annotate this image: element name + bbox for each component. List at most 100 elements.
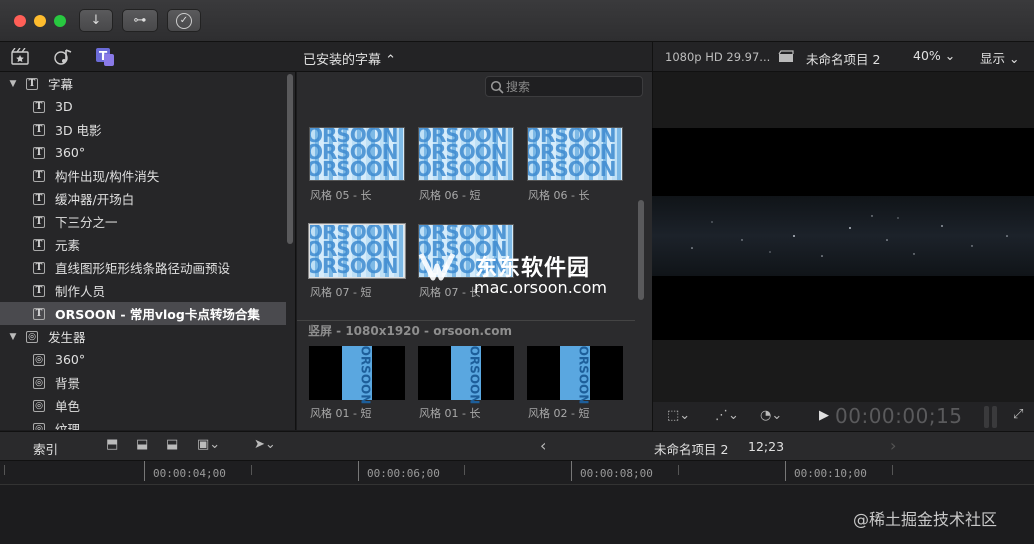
thumbnail-text: ORSOON [309, 254, 399, 278]
sidebar-scrollbar[interactable] [287, 74, 293, 244]
sidebar-item[interactable]: T 构件出现/构件消失 [0, 164, 286, 187]
generator-icon: ◎ [33, 422, 45, 430]
sidebar-item[interactable]: T 下三分之一 [0, 210, 286, 233]
thumbnail-text: ORSOON [309, 157, 399, 181]
overwrite-clip-icon[interactable]: ▣⌄ [197, 437, 220, 452]
sidebar-item-label: 发生器 [48, 330, 86, 345]
disclosure-triangle-icon[interactable]: ▼ [6, 332, 20, 342]
thumbnail-text: ORSOON [418, 157, 508, 181]
disclosure-triangle-icon[interactable]: ▼ [6, 79, 20, 89]
keywords-button[interactable]: ⊶ [122, 9, 158, 32]
back-arrow-icon[interactable]: ‹ [540, 436, 546, 455]
thumbnail-caption: 风格 01 - 短 [310, 407, 372, 420]
thumbnail-caption: 风格 05 - 长 [310, 189, 372, 202]
speed-retime-button[interactable]: ◔⌄ [760, 408, 782, 423]
site-watermark: 东东软件园 mac.orsoon.com [417, 246, 617, 306]
ruler-tick [571, 461, 572, 481]
connect-clip-icon[interactable]: ⬒ [106, 437, 118, 452]
title-thumbnail[interactable]: ORSOON ORSOON ORSOON [527, 127, 623, 181]
sidebar-item[interactable]: T 3D [0, 95, 286, 118]
display-dropdown[interactable]: 显示 ⌄ [980, 48, 1019, 67]
minimize-window-button[interactable] [34, 15, 46, 27]
ruler-label: 00:00:06;00 [367, 467, 440, 480]
color-magic-wand-button[interactable]: ⋰⌄ [715, 408, 739, 423]
title-icon: T [33, 238, 45, 251]
zoom-window-button[interactable] [54, 15, 66, 27]
ruler-label: 00:00:10;00 [794, 467, 867, 480]
sidebar-item-label: 元素 [55, 238, 81, 253]
sidebar-item-label: 单色 [55, 399, 81, 414]
vertical-title-thumbnail[interactable]: ORSOON [309, 346, 405, 404]
select-tool-arrow-icon[interactable]: ➤⌄ [254, 437, 276, 452]
ruler-minor-tick [251, 465, 252, 475]
titles-generators-icon[interactable]: T [95, 47, 115, 67]
append-clip-icon[interactable]: ⬓ [166, 437, 178, 452]
title-thumbnail[interactable]: ORSOON ORSOON ORSOON [309, 224, 405, 278]
sidebar-item[interactable]: ◎ 单色 [0, 394, 286, 417]
vertical-title-thumbnail[interactable]: ORSOON [527, 346, 623, 404]
sidebar-item[interactable]: T 3D 电影 [0, 118, 286, 141]
sidebar-item[interactable]: T 制作人员 [0, 279, 286, 302]
ruler-minor-tick [464, 465, 465, 475]
sidebar-item[interactable]: ◎ 背景 [0, 371, 286, 394]
thumbnail-caption: 风格 06 - 短 [419, 189, 481, 202]
title-thumbnail[interactable]: ORSOON ORSOON ORSOON [309, 127, 405, 181]
key-icon: ⊶ [133, 13, 147, 28]
sidebar-item[interactable]: ◎ 360° [0, 348, 286, 371]
sidebar-item[interactable]: T 缓冲器/开场白 [0, 187, 286, 210]
thumbnail-text: ORSOON [527, 157, 617, 181]
sidebar-item-label: 背景 [55, 376, 81, 391]
import-button[interactable]: ↓ [79, 9, 113, 32]
close-window-button[interactable] [14, 15, 26, 27]
timeline-project-name: 未命名项目 2 [654, 442, 729, 457]
timeline-ruler[interactable]: 00:00:04;00 00:00:06;00 00:00:08;00 00:00:1… [0, 461, 1034, 485]
format-label[interactable]: 1080p HD 29.97... [665, 50, 770, 64]
background-tasks-button[interactable]: ✓ [167, 9, 201, 32]
sidebar-group[interactable]: ▼ T 字幕 [0, 72, 286, 95]
title-icon: T [33, 192, 45, 205]
photos-music-icon[interactable] [53, 47, 73, 67]
timeline-duration: 12;23 [748, 439, 785, 454]
timeline-area[interactable]: @稀土掘金技术社区 [0, 485, 1034, 544]
thumbnail-text: ORSOON [467, 345, 482, 405]
checkmark-circle-icon: ✓ [176, 12, 192, 29]
sidebar-item-label: 360° [55, 145, 86, 160]
sidebar-item[interactable]: ◎ 纹理 [0, 417, 286, 430]
ruler-tick [785, 461, 786, 481]
generator-icon: ◎ [33, 399, 45, 412]
footer-watermark: @稀土掘金技术社区 [853, 510, 998, 529]
sidebar-item-label: 缓冲器/开场白 [55, 192, 135, 207]
sidebar-item[interactable]: T ORSOON - 常用vlog卡点转场合集 [0, 302, 286, 325]
clapper-icon [778, 50, 794, 63]
fullscreen-icon[interactable]: ⤢ [1013, 407, 1023, 422]
sidebar-item[interactable]: T 360° [0, 141, 286, 164]
timeline-index-button[interactable]: 索引 [33, 439, 58, 458]
viewer-toolbar: 1080p HD 29.97... 未命名项目 2 40% ⌄ 显示 ⌄ [652, 42, 1034, 72]
starfield-image [691, 215, 1008, 257]
vertical-title-thumbnail[interactable]: ORSOON [418, 346, 514, 404]
film-star-icon[interactable] [11, 47, 29, 65]
search-placeholder: 搜索 [506, 80, 531, 94]
sidebar-item-label: 360° [55, 352, 86, 367]
zoom-dropdown[interactable]: 40% ⌄ [913, 48, 955, 63]
sidebar-group[interactable]: ▼ ◎ 发生器 [0, 325, 286, 348]
transform-crop-button[interactable]: ⬚⌄ [667, 408, 690, 423]
ruler-tick [358, 461, 359, 481]
title-icon: T [33, 261, 45, 274]
forward-arrow-icon[interactable]: › [890, 436, 896, 455]
titles-grid: 搜索 ORSOON ORSOON ORSOON 风格 05 - 长 ORSOON ORSO… [297, 72, 652, 430]
generator-icon: ◎ [33, 376, 45, 389]
insert-clip-icon[interactable]: ⬓ [136, 437, 148, 452]
grid-scrollbar[interactable] [638, 200, 644, 300]
sidebar-item[interactable]: T 直线图形矩形线条路径动画预设 [0, 256, 286, 279]
title-icon: T [33, 100, 45, 113]
audio-meter-right [992, 406, 997, 428]
title-icon: T [26, 77, 38, 90]
title-thumbnail[interactable]: ORSOON ORSOON ORSOON [418, 127, 514, 181]
installed-titles-dropdown[interactable]: 已安装的字幕 ⌃ [303, 49, 396, 68]
play-button[interactable]: ▶ [819, 408, 829, 423]
sidebar-item[interactable]: T 元素 [0, 233, 286, 256]
title-icon: T [33, 146, 45, 159]
search-field[interactable]: 搜索 [485, 76, 643, 97]
project-name: 未命名项目 2 [806, 52, 881, 67]
